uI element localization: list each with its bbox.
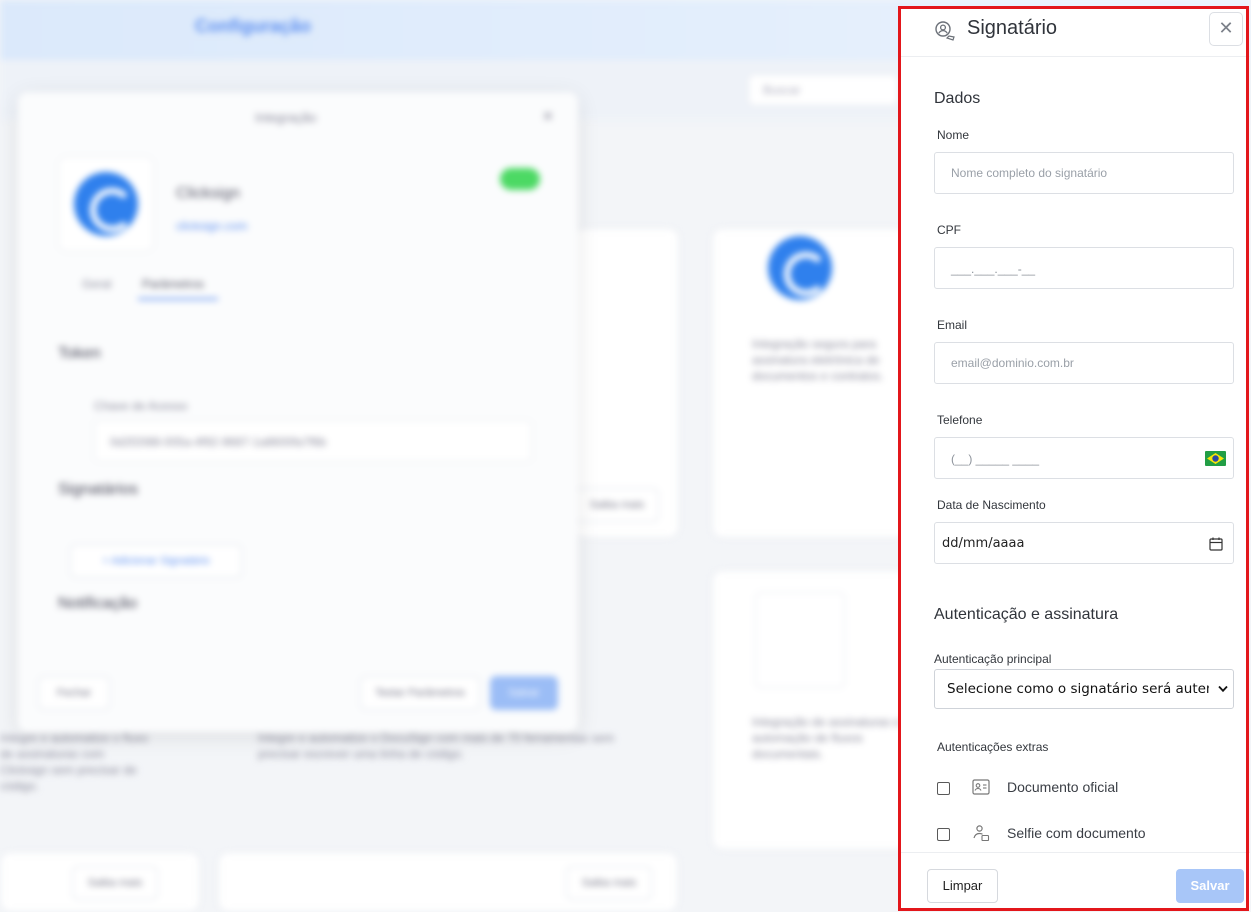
auth-principal-label: Autenticação principal: [934, 652, 1052, 666]
signatario-panel: Signatário ✕ Dados Nome CPF ___.___.___-…: [899, 7, 1250, 910]
telefone-label: Telefone: [937, 413, 983, 427]
panel-header: Signatário ✕: [900, 7, 1250, 57]
panel-footer: Limpar Salvar: [900, 852, 1250, 910]
nome-input[interactable]: [934, 152, 1234, 194]
brazil-flag-icon[interactable]: [1205, 451, 1226, 466]
app-link[interactable]: clicksign.com: [176, 218, 247, 234]
app-name: Clicksign: [176, 185, 241, 202]
section-signatarios: Signatários: [58, 481, 139, 498]
cpf-mask: ___.___.___-__: [951, 262, 1036, 276]
token-label: Chave de Acesso: [94, 399, 188, 413]
limpar-button[interactable]: Limpar: [927, 869, 998, 903]
auth-extras-label: Autenticações extras: [937, 740, 1049, 754]
close-button[interactable]: ✕: [1209, 12, 1243, 46]
cpf-label: CPF: [937, 223, 961, 237]
section-notificacao: Notificação: [58, 595, 138, 612]
clicksign-logo: [768, 236, 832, 300]
selfie-documento-checkbox[interactable]: [937, 828, 950, 841]
auth-principal-select[interactable]: Selecione como o signatário será autenti…: [934, 669, 1234, 709]
card-description: Integração de assinaturas e automação de…: [752, 715, 901, 761]
calendar-icon[interactable]: [1209, 537, 1223, 551]
testar-parametros-button[interactable]: Testar Parâmetros: [360, 676, 480, 710]
documento-oficial-label: Documento oficial: [1007, 779, 1119, 795]
tab-geral[interactable]: Geral: [82, 276, 111, 292]
add-signatario-button[interactable]: + Adicionar Signatário: [70, 544, 242, 578]
nascimento-value: dd/mm/aaaa: [942, 536, 1025, 551]
card-description: Integre e automatize o fluxo de assinatu…: [0, 731, 149, 793]
saiba-mais-button[interactable]: Saiba mais: [575, 488, 659, 522]
card-description: Integre e automatize o DocuSign com mais…: [258, 731, 615, 761]
clicksign-logo: [74, 172, 138, 236]
signer-icon: [935, 21, 955, 41]
nascimento-label: Data de Nascimento: [937, 498, 1046, 512]
section-token: Token: [58, 345, 101, 362]
selfie-documento-label: Selfie com documento: [1007, 825, 1146, 841]
chevron-down-icon: [1218, 685, 1228, 693]
tab-parametros[interactable]: Parâmetros: [142, 276, 204, 292]
search-input[interactable]: Buscar: [748, 74, 898, 106]
salvar-button[interactable]: Salvar: [1176, 869, 1244, 903]
id-card-icon: [972, 779, 990, 795]
modal-title: Integração: [255, 110, 317, 125]
card-description: Integração segura para assinatura eletrô…: [752, 337, 884, 383]
page-title: Configuração: [195, 16, 312, 36]
close-icon[interactable]: ✕: [542, 108, 554, 124]
saiba-mais-button[interactable]: Saiba mais: [72, 866, 158, 900]
nome-label: Nome: [937, 128, 970, 142]
section-dados: Dados: [934, 90, 981, 107]
documento-oficial-checkbox[interactable]: [937, 782, 950, 795]
saiba-mais-button[interactable]: Saiba mais: [566, 866, 652, 900]
token-value: 0d2f2088-005a-4f92-9687-1a8600fa7f6b: [110, 435, 327, 449]
close-icon: ✕: [1218, 18, 1234, 38]
telefone-mask: (__) _____ ____: [951, 452, 1040, 466]
integration-modal: Integração ✕ Clicksign clicksign.com Ger…: [18, 92, 578, 732]
section-autenticacao: Autenticação e assinatura: [934, 606, 1119, 623]
fechar-button[interactable]: Fechar: [38, 676, 110, 710]
salvar-button[interactable]: Salvar: [490, 676, 558, 710]
auth-principal-value: Selecione como o signatário será autenti…: [947, 681, 1209, 697]
email-input[interactable]: [934, 342, 1234, 384]
email-label: Email: [937, 318, 968, 332]
card-logo-frame: [755, 592, 845, 688]
panel-title: Signatário: [967, 17, 1058, 39]
active-toggle[interactable]: [500, 168, 540, 190]
tab-underline: [138, 298, 218, 300]
person-document-icon: [973, 825, 990, 842]
